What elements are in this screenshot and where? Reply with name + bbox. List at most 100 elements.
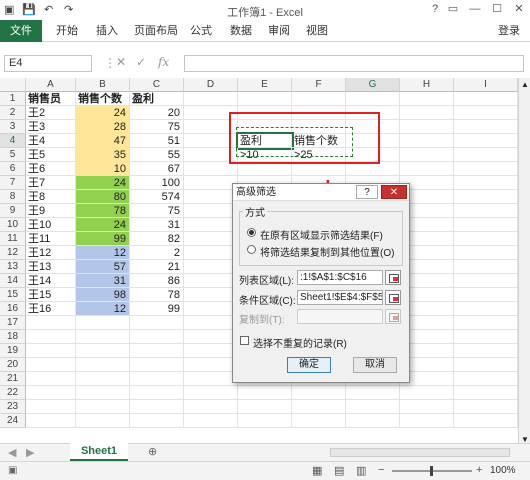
cell-b12[interactable]: 12 xyxy=(76,246,130,260)
cell[interactable] xyxy=(184,260,238,274)
cell-a13[interactable]: 王13 xyxy=(26,260,76,274)
row-header-2[interactable]: 2 xyxy=(0,106,26,120)
tab-file[interactable]: 文件 xyxy=(0,20,42,42)
row-header-23[interactable]: 23 xyxy=(0,400,26,414)
cell[interactable] xyxy=(76,358,130,372)
column-header-g[interactable]: G xyxy=(346,78,400,92)
row-header-17[interactable]: 17 xyxy=(0,316,26,330)
cell[interactable] xyxy=(454,358,518,372)
cell-a11[interactable]: 王11 xyxy=(26,232,76,246)
cell-b2[interactable]: 24 xyxy=(76,106,130,120)
cell[interactable] xyxy=(454,190,518,204)
dialog-close-button[interactable]: ✕ xyxy=(381,185,407,199)
cell[interactable] xyxy=(184,358,238,372)
cell[interactable] xyxy=(26,414,76,428)
cell[interactable] xyxy=(454,204,518,218)
cell[interactable] xyxy=(184,232,238,246)
cell[interactable] xyxy=(400,134,454,148)
cell[interactable] xyxy=(454,344,518,358)
cell[interactable] xyxy=(76,400,130,414)
cell-b10[interactable]: 24 xyxy=(76,218,130,232)
cell-a3[interactable]: 王3 xyxy=(26,120,76,134)
cell[interactable] xyxy=(454,120,518,134)
tab-home[interactable]: 开始 xyxy=(56,23,78,39)
cell-b16[interactable]: 12 xyxy=(76,302,130,316)
cell-c13[interactable]: 21 xyxy=(130,260,184,274)
cell[interactable] xyxy=(454,386,518,400)
cell[interactable] xyxy=(184,316,238,330)
ok-button[interactable]: 确定 xyxy=(287,357,331,373)
page-layout-view-icon[interactable]: ▤ xyxy=(334,464,344,477)
cell-c2[interactable]: 20 xyxy=(130,106,184,120)
cell[interactable] xyxy=(130,344,184,358)
cell[interactable] xyxy=(400,414,454,428)
cancel-entry-icon[interactable]: ✕ xyxy=(116,55,126,69)
cell-a9[interactable]: 王9 xyxy=(26,204,76,218)
cell-c1[interactable]: 盈利 xyxy=(130,92,184,106)
page-break-view-icon[interactable]: ▥ xyxy=(356,464,366,477)
list-range-picker-icon[interactable] xyxy=(385,270,401,285)
criteria-range-picker-icon[interactable] xyxy=(385,290,401,305)
row-header-19[interactable]: 19 xyxy=(0,344,26,358)
cell[interactable] xyxy=(76,414,130,428)
row-header-6[interactable]: 6 xyxy=(0,162,26,176)
cell[interactable] xyxy=(130,372,184,386)
cell-b15[interactable]: 98 xyxy=(76,288,130,302)
sign-in-link[interactable]: 登录 xyxy=(498,23,520,39)
unique-records-label[interactable]: 选择不重复的记录(R) xyxy=(253,335,347,350)
cell[interactable] xyxy=(292,92,346,106)
cell-a5[interactable]: 王5 xyxy=(26,148,76,162)
zoom-in-icon[interactable]: + xyxy=(476,464,482,476)
confirm-entry-icon[interactable]: ✓ xyxy=(136,55,146,69)
column-header-b[interactable]: B xyxy=(76,78,130,92)
cell[interactable] xyxy=(454,400,518,414)
cell-b1[interactable]: 销售个数 xyxy=(76,92,130,106)
formula-input[interactable] xyxy=(184,55,524,72)
radio-copy-to-location[interactable] xyxy=(247,245,256,254)
cell[interactable] xyxy=(184,218,238,232)
zoom-level[interactable]: 100% xyxy=(490,465,516,476)
cell[interactable] xyxy=(454,260,518,274)
cell[interactable] xyxy=(130,316,184,330)
row-header-20[interactable]: 20 xyxy=(0,358,26,372)
row-header-3[interactable]: 3 xyxy=(0,120,26,134)
cell[interactable] xyxy=(26,386,76,400)
column-header-h[interactable]: H xyxy=(400,78,454,92)
cell[interactable] xyxy=(454,162,518,176)
cell-a6[interactable]: 王6 xyxy=(26,162,76,176)
cell[interactable] xyxy=(130,400,184,414)
row-header-9[interactable]: 9 xyxy=(0,204,26,218)
cell-b11[interactable]: 99 xyxy=(76,232,130,246)
cell[interactable] xyxy=(292,162,346,176)
cell[interactable] xyxy=(26,372,76,386)
name-box[interactable]: E4 xyxy=(4,55,92,72)
cell-a2[interactable]: 王2 xyxy=(26,106,76,120)
tab-view[interactable]: 视图 xyxy=(306,23,328,39)
cell-c3[interactable]: 75 xyxy=(130,120,184,134)
cell-a15[interactable]: 王15 xyxy=(26,288,76,302)
column-header-a[interactable]: A xyxy=(26,78,76,92)
row-header-11[interactable]: 11 xyxy=(0,232,26,246)
zoom-out-icon[interactable]: − xyxy=(378,464,384,476)
row-header-18[interactable]: 18 xyxy=(0,330,26,344)
cell[interactable] xyxy=(400,120,454,134)
cell-c7[interactable]: 100 xyxy=(130,176,184,190)
cell-c15[interactable]: 78 xyxy=(130,288,184,302)
cell[interactable] xyxy=(184,344,238,358)
cell[interactable] xyxy=(400,386,454,400)
dialog-help-button[interactable]: ? xyxy=(356,185,378,199)
cell[interactable] xyxy=(26,400,76,414)
cell[interactable] xyxy=(238,92,292,106)
cell[interactable] xyxy=(454,232,518,246)
cell[interactable] xyxy=(76,344,130,358)
cell-b8[interactable]: 80 xyxy=(76,190,130,204)
prev-sheet-icon[interactable]: ◀ xyxy=(8,446,16,459)
cell[interactable] xyxy=(238,414,292,428)
tab-page-layout[interactable]: 页面布局 xyxy=(134,23,178,39)
cell[interactable] xyxy=(184,204,238,218)
insert-function-icon[interactable]: fx xyxy=(158,55,169,69)
sheet-tab-sheet1[interactable]: Sheet1 xyxy=(70,443,128,461)
cell[interactable] xyxy=(454,316,518,330)
row-header-21[interactable]: 21 xyxy=(0,372,26,386)
cell-c10[interactable]: 31 xyxy=(130,218,184,232)
